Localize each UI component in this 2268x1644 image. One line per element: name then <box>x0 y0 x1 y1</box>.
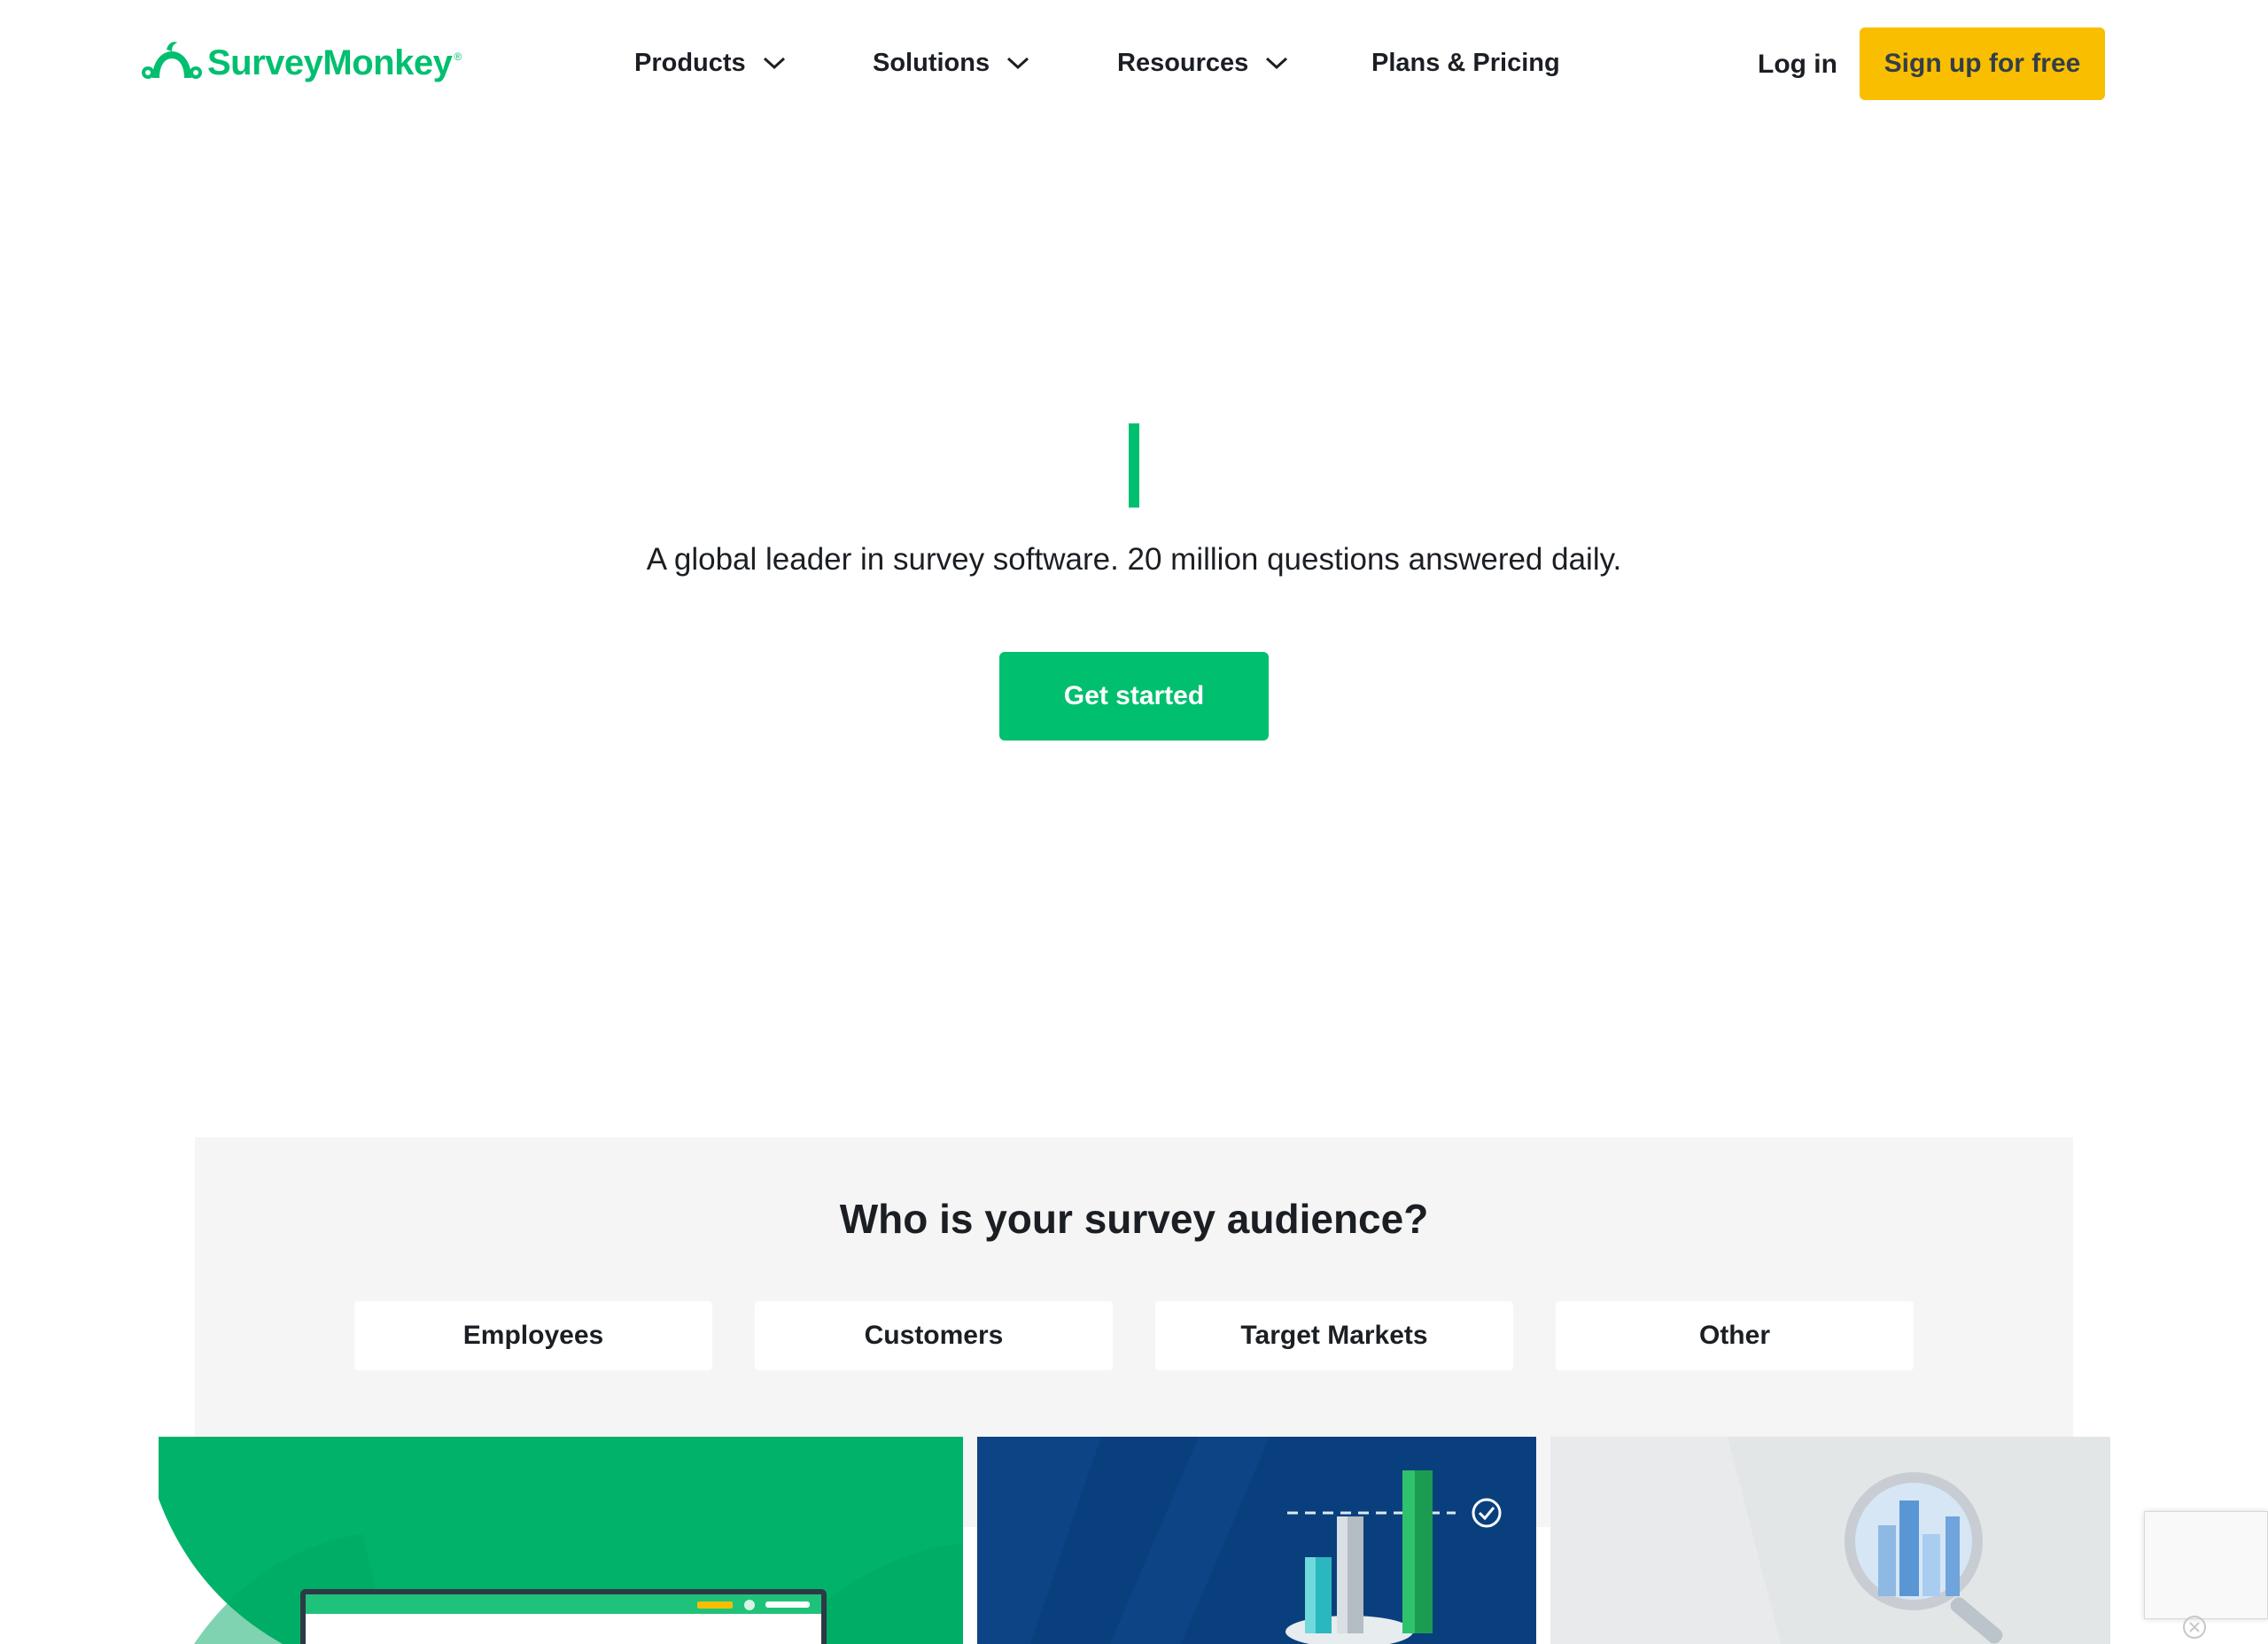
get-started-button[interactable]: Get started <box>999 652 1269 741</box>
audience-option-customers[interactable]: Customers <box>755 1301 1113 1370</box>
laptop-survey-illustration <box>159 1499 963 1644</box>
nav-solutions[interactable]: Solutions <box>873 43 1030 83</box>
logo-wordmark: SurveyMonkey <box>207 43 453 82</box>
audience-title: Who is your survey audience? <box>839 1196 1429 1242</box>
nav-plans-pricing-label: Plans & Pricing <box>1371 48 1560 77</box>
typing-cursor <box>1129 423 1139 508</box>
nav-products-label: Products <box>634 48 746 77</box>
chevron-down-icon <box>763 57 785 70</box>
signup-button[interactable]: Sign up for free <box>1860 27 2105 100</box>
feature-card-research[interactable] <box>1550 1437 2110 1644</box>
nav-resources-label: Resources <box>1117 48 1249 77</box>
chevron-down-icon <box>1007 57 1029 70</box>
bar-chart-illustration <box>977 1437 1502 1644</box>
surveymonkey-logo[interactable]: SurveyMonkey ® <box>140 35 462 90</box>
registered-mark: ® <box>454 50 462 63</box>
nav-resources[interactable]: Resources <box>1117 43 1289 83</box>
audience-option-other[interactable]: Other <box>1556 1301 1914 1370</box>
close-icon[interactable] <box>2181 1614 2208 1640</box>
nav-plans-pricing[interactable]: Plans & Pricing <box>1371 43 1560 83</box>
site-header: SurveyMonkey ® Products Solutions Resour… <box>0 0 2268 129</box>
chevron-down-icon <box>1266 57 1288 70</box>
audience-option-employees[interactable]: Employees <box>354 1301 712 1370</box>
magnifier-illustration <box>1728 1437 2110 1644</box>
nav-products[interactable]: Products <box>634 43 787 83</box>
recaptcha-badge[interactable] <box>2144 1511 2268 1619</box>
feature-card-benchmarks[interactable] <box>977 1437 1536 1644</box>
audience-option-target-markets[interactable]: Target Markets <box>1155 1301 1513 1370</box>
feature-card-surveys[interactable] <box>159 1437 963 1644</box>
nav-solutions-label: Solutions <box>873 48 990 77</box>
monkey-logo-icon <box>142 42 202 79</box>
login-link[interactable]: Log in <box>1758 44 1837 85</box>
hero-tagline: A global leader in survey software. 20 m… <box>646 542 1622 577</box>
